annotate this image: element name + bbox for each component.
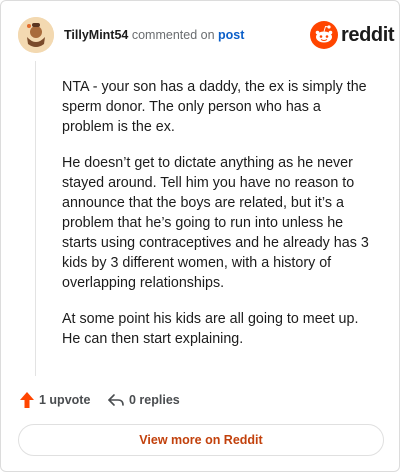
- upvote-count: 1 upvote: [39, 393, 91, 407]
- username-link[interactable]: TillyMint54: [64, 28, 128, 42]
- reply-count: 0 replies: [129, 393, 180, 407]
- reddit-comment-card: TillyMint54 commented on post reddit NTA…: [0, 0, 400, 472]
- comment-actions: 1 upvote 0 replies: [19, 389, 319, 411]
- reddit-logo-icon: [310, 21, 338, 49]
- upvote-arrow-icon: [20, 392, 34, 408]
- reddit-brand[interactable]: reddit: [310, 21, 395, 49]
- avatar-image-icon: [18, 17, 54, 53]
- comment-paragraph: He doesn’t get to dictate anything as he…: [62, 155, 369, 291]
- replies-button[interactable]: 0 replies: [107, 389, 180, 411]
- upvote-button[interactable]: 1 upvote: [19, 389, 90, 411]
- reply-arrow-icon: [108, 394, 124, 406]
- thread-line: [35, 61, 36, 376]
- post-link[interactable]: post: [218, 28, 244, 42]
- comment-body: NTA - your son has a daddy, the ex is si…: [62, 77, 376, 365]
- comment-paragraph: NTA - your son has a daddy, the ex is si…: [62, 79, 367, 135]
- commented-on-text: commented on: [131, 28, 215, 42]
- view-more-button[interactable]: View more on Reddit: [18, 424, 384, 456]
- user-avatar[interactable]: [18, 17, 54, 53]
- comment-meta: TillyMint54 commented on post: [64, 27, 244, 43]
- comment-header: TillyMint54 commented on post reddit: [18, 17, 395, 53]
- comment-paragraph: At some point his kids are all going to …: [62, 311, 359, 347]
- reddit-wordmark: reddit: [341, 24, 395, 46]
